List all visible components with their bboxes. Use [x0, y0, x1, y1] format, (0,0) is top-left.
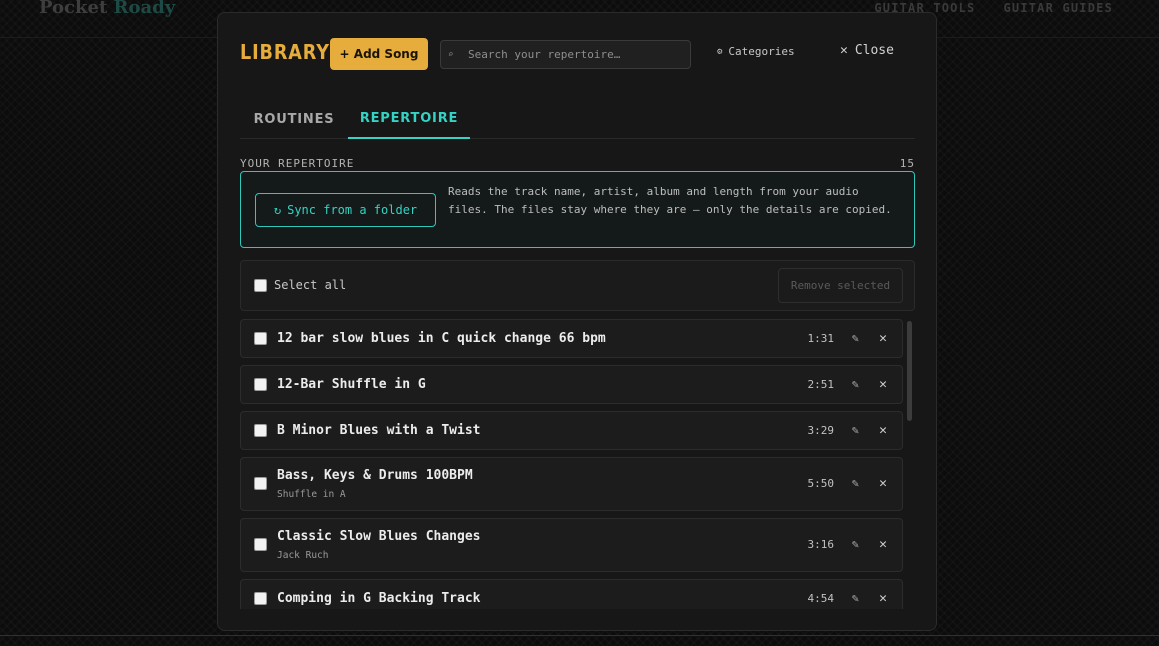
modal-header: LIBRARY + Add Song ⌕ ⚙ Categories ✕ Clos… — [240, 37, 916, 71]
song-title: B Minor Blues with a Twist — [277, 423, 481, 438]
search-box[interactable]: ⌕ — [440, 40, 691, 69]
song-duration: 5:50 — [807, 477, 835, 490]
brand-part-2: Roady — [113, 0, 176, 18]
sync-panel: ↻ Sync from a folder Reads the track nam… — [240, 171, 915, 248]
search-icon: ⌕ — [448, 49, 454, 60]
close-icon[interactable]: ✕ — [879, 423, 887, 438]
close-icon[interactable]: ✕ — [879, 377, 887, 392]
selection-toolbar: Select all Remove selected — [240, 260, 915, 311]
add-song-button[interactable]: + Add Song — [330, 38, 428, 70]
close-icon[interactable]: ✕ — [879, 476, 887, 491]
song-item[interactable]: Classic Slow Blues Changes Jack Ruch 3:16 ✎… — [240, 518, 903, 572]
select-all[interactable]: Select all — [254, 278, 346, 292]
library-modal: LIBRARY + Add Song ⌕ ⚙ Categories ✕ Clos… — [217, 12, 937, 631]
song-checkbox[interactable] — [254, 377, 267, 391]
categories-button[interactable]: ⚙ Categories — [717, 45, 795, 58]
song-artist: Jack Ruch — [277, 550, 329, 561]
song-count: 15 — [899, 157, 915, 170]
song-duration: 4:54 — [807, 591, 835, 605]
modal-title: LIBRARY — [240, 40, 330, 64]
song-checkbox[interactable] — [254, 423, 267, 437]
song-checkbox[interactable] — [254, 591, 267, 605]
song-item[interactable]: 12-Bar Shuffle in G 2:51 ✎ ✕ — [240, 365, 903, 404]
nav-guitar-guides[interactable]: GUITAR GUIDES — [1003, 1, 1113, 15]
tab-repertoire[interactable]: REPERTOIRE — [348, 99, 470, 139]
select-all-checkbox[interactable] — [254, 278, 267, 292]
pencil-icon[interactable]: ✎ — [852, 377, 859, 391]
close-icon[interactable]: ✕ — [879, 331, 887, 346]
song-title: 12 bar slow blues in C quick change 66 b… — [277, 331, 606, 346]
sync-button-label: Sync from a folder — [287, 203, 418, 217]
pencil-icon[interactable]: ✎ — [852, 476, 859, 490]
song-list[interactable]: 12 bar slow blues in C quick change 66 b… — [240, 319, 904, 609]
pencil-icon[interactable]: ✎ — [852, 591, 859, 605]
song-duration: 1:31 — [807, 331, 835, 345]
song-title: Classic Slow Blues Changes — [277, 529, 481, 544]
song-checkbox[interactable] — [254, 331, 267, 345]
search-input[interactable] — [460, 48, 690, 61]
remove-selected-button[interactable]: Remove selected — [778, 268, 903, 303]
song-item[interactable]: Bass, Keys & Drums 100BPM Shuffle in A 5:5… — [240, 457, 903, 511]
song-item[interactable]: 12 bar slow blues in C quick change 66 b… — [240, 319, 903, 358]
library-tabs: ROUTINES REPERTOIRE — [240, 99, 915, 139]
song-duration: 3:16 — [807, 538, 835, 551]
song-list-scrollbar[interactable] — [907, 321, 912, 421]
categories-label: Categories — [728, 45, 795, 58]
close-icon[interactable]: ✕ — [879, 591, 887, 606]
sync-description: Reads the track name, artist, album and … — [448, 185, 892, 216]
song-duration: 3:29 — [807, 423, 835, 437]
song-item[interactable]: B Minor Blues with a Twist 3:29 ✎ ✕ — [240, 411, 903, 450]
gear-icon: ⚙ — [717, 46, 723, 57]
pencil-icon[interactable]: ✎ — [852, 537, 859, 551]
section-label: YOUR REPERTOIRE — [240, 157, 355, 170]
section-header: YOUR REPERTOIRE 15 — [240, 157, 915, 170]
sync-folder-button[interactable]: ↻ Sync from a folder — [255, 193, 436, 227]
close-icon[interactable]: ✕ — [879, 537, 887, 552]
site-logo[interactable]: Pocket Roady — [39, 0, 175, 18]
pencil-icon[interactable]: ✎ — [852, 331, 859, 345]
brand-part-1: Pocket — [39, 0, 108, 18]
song-title: Comping in G Backing Track — [277, 591, 481, 606]
close-label: Close — [854, 43, 894, 58]
song-item[interactable]: Comping in G Backing Track 4:54 ✎ ✕ — [240, 579, 903, 609]
song-title: 12-Bar Shuffle in G — [277, 377, 426, 392]
song-checkbox[interactable] — [254, 538, 267, 551]
select-all-label: Select all — [274, 278, 347, 292]
refresh-icon: ↻ — [273, 203, 282, 217]
song-artist: Shuffle in A — [277, 489, 346, 500]
page-bottom-divider — [0, 635, 1159, 636]
song-duration: 2:51 — [807, 377, 835, 391]
close-button[interactable]: ✕ Close — [840, 43, 894, 58]
tab-routines[interactable]: ROUTINES — [240, 99, 348, 139]
song-title: Bass, Keys & Drums 100BPM — [277, 468, 473, 483]
song-checkbox[interactable] — [254, 477, 267, 490]
pencil-icon[interactable]: ✎ — [852, 423, 859, 437]
close-icon: ✕ — [840, 43, 848, 58]
